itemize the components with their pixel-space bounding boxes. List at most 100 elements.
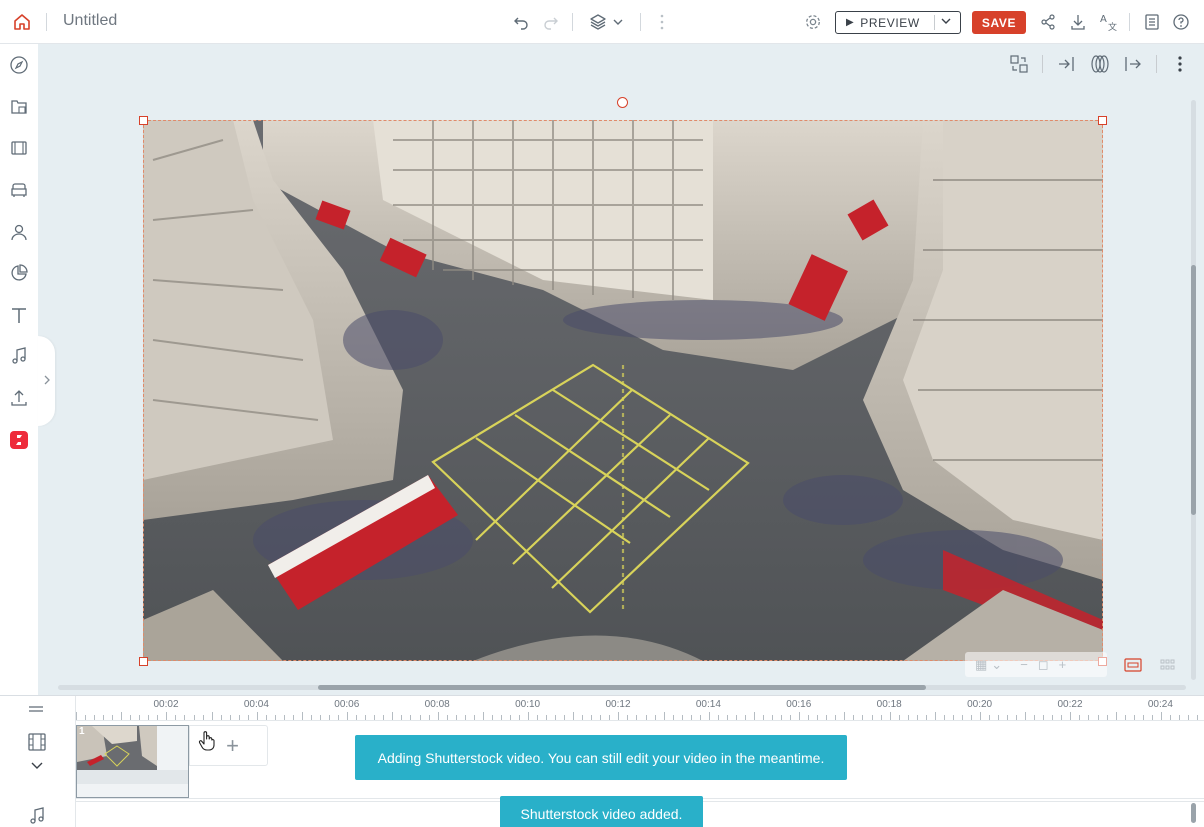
ruler-tick [970,715,972,720]
pie-chart-icon[interactable] [7,261,31,285]
ruler-tick [726,715,728,720]
help-icon[interactable] [1170,0,1192,44]
redo-icon[interactable] [539,0,563,44]
timeline-ruler[interactable]: 00:02 00:04 00:06 00:08 00:10 00:12 00:14 00:16… [76,696,1204,721]
svg-text:文: 文 [1108,21,1117,32]
ruler-tick [1070,712,1072,720]
layers-chevron-down-icon[interactable] [610,0,626,44]
download-icon[interactable] [1067,0,1089,44]
ruler-tick [184,715,186,720]
resize-handle-top-right[interactable] [1098,116,1107,125]
translate-icon[interactable]: A文 [1097,0,1121,44]
zoom-in-icon[interactable]: + [1059,657,1067,672]
multi-view-icon[interactable] [1155,654,1181,676]
ruler-tick [166,712,168,720]
rotate-handle[interactable] [617,97,628,108]
sidebar-expand-tab[interactable] [38,336,55,426]
ruler-tick [1187,715,1189,720]
ruler-tick [717,715,719,720]
ruler-tick [998,715,1000,720]
ruler-tick [781,715,783,720]
canvas-horizontal-scrollbar[interactable] [58,685,1186,690]
compass-icon[interactable] [7,53,31,77]
swap-layout-icon[interactable] [1007,52,1031,76]
drag-handle-icon[interactable] [28,700,44,718]
ruler-tick [121,712,123,720]
share-icon[interactable] [1037,0,1059,44]
ruler-tick [374,715,376,720]
text-icon[interactable] [7,303,31,327]
ruler-tick [735,715,737,720]
video-track-icon[interactable] [26,731,48,758]
ruler-tick [907,715,909,720]
ruler-tick [365,715,367,720]
ruler-tick [1043,715,1045,720]
preview-button[interactable]: ▶ PREVIEW [835,11,961,34]
ruler-tick [1052,715,1054,720]
ruler-tick [509,715,511,720]
more-vertical-icon[interactable] [652,0,672,44]
music-icon[interactable] [7,344,31,368]
ruler-tick [229,715,231,720]
ruler-tick [247,715,249,720]
ruler-tick [437,712,439,720]
chevron-down-icon[interactable] [940,15,952,30]
ruler-label: 00:04 [243,699,269,710]
timeline-vertical-scrollbar[interactable] [1191,803,1196,823]
ruler-tick [799,712,801,720]
ruler-tick [600,715,602,720]
settings-gear-icon[interactable] [801,0,825,44]
grid-icon[interactable]: ▦ [975,657,987,673]
ruler-tick [130,715,132,720]
ruler-tick [1115,712,1117,720]
more-vertical-icon[interactable] [1168,52,1192,76]
undo-icon[interactable] [509,0,533,44]
film-icon[interactable] [7,136,31,160]
project-title[interactable]: Untitled [63,12,117,30]
ruler-tick [690,715,692,720]
scrollbar-thumb[interactable] [1191,265,1196,515]
video-clip[interactable]: 1 [76,725,189,798]
video-canvas[interactable] [143,120,1103,661]
ruler-tick [582,715,584,720]
ruler-tick [85,715,87,720]
save-button[interactable]: SAVE [972,11,1026,34]
layers-icon[interactable] [586,0,610,44]
ruler-tick [573,712,575,720]
ruler-tick [546,715,548,720]
media-library-icon[interactable] [7,95,31,119]
toast-video-added: Shutterstock video added. [500,796,703,827]
ruler-tick [410,715,412,720]
chevron-down-icon[interactable]: ⌄ [991,657,1002,673]
exit-icon[interactable] [1121,52,1145,76]
resize-handle-bottom-left[interactable] [139,657,148,666]
enter-icon[interactable] [1054,52,1078,76]
audio-track-icon[interactable] [27,806,47,827]
zoom-out-icon[interactable]: − [1020,657,1028,672]
upload-icon[interactable] [7,386,31,410]
ruler-tick [1088,715,1090,720]
person-icon[interactable] [7,220,31,244]
notes-icon[interactable] [1141,0,1163,44]
transition-icon[interactable] [1088,52,1112,76]
canvas-vertical-scrollbar[interactable] [1191,100,1196,680]
furniture-icon[interactable] [7,178,31,202]
ruler-label: 00:02 [153,699,179,710]
ruler-tick [555,715,557,720]
ruler-tick [862,715,864,720]
single-view-icon[interactable] [1120,654,1146,676]
resize-handle-top-left[interactable] [139,116,148,125]
ruler-label: 00:08 [424,699,450,710]
ruler-tick [763,715,765,720]
ruler-tick [754,712,755,720]
ruler-tick [871,715,873,720]
shutterstock-icon[interactable] [7,428,31,452]
ruler-tick [1160,712,1162,720]
chevron-down-icon[interactable] [30,757,44,775]
fit-icon[interactable]: ◻ [1038,657,1049,673]
ruler-tick [1151,715,1153,720]
scrollbar-thumb[interactable] [318,685,926,690]
home-icon[interactable] [10,0,34,44]
ruler-tick [618,712,620,720]
ruler-label: 00:16 [786,699,812,710]
